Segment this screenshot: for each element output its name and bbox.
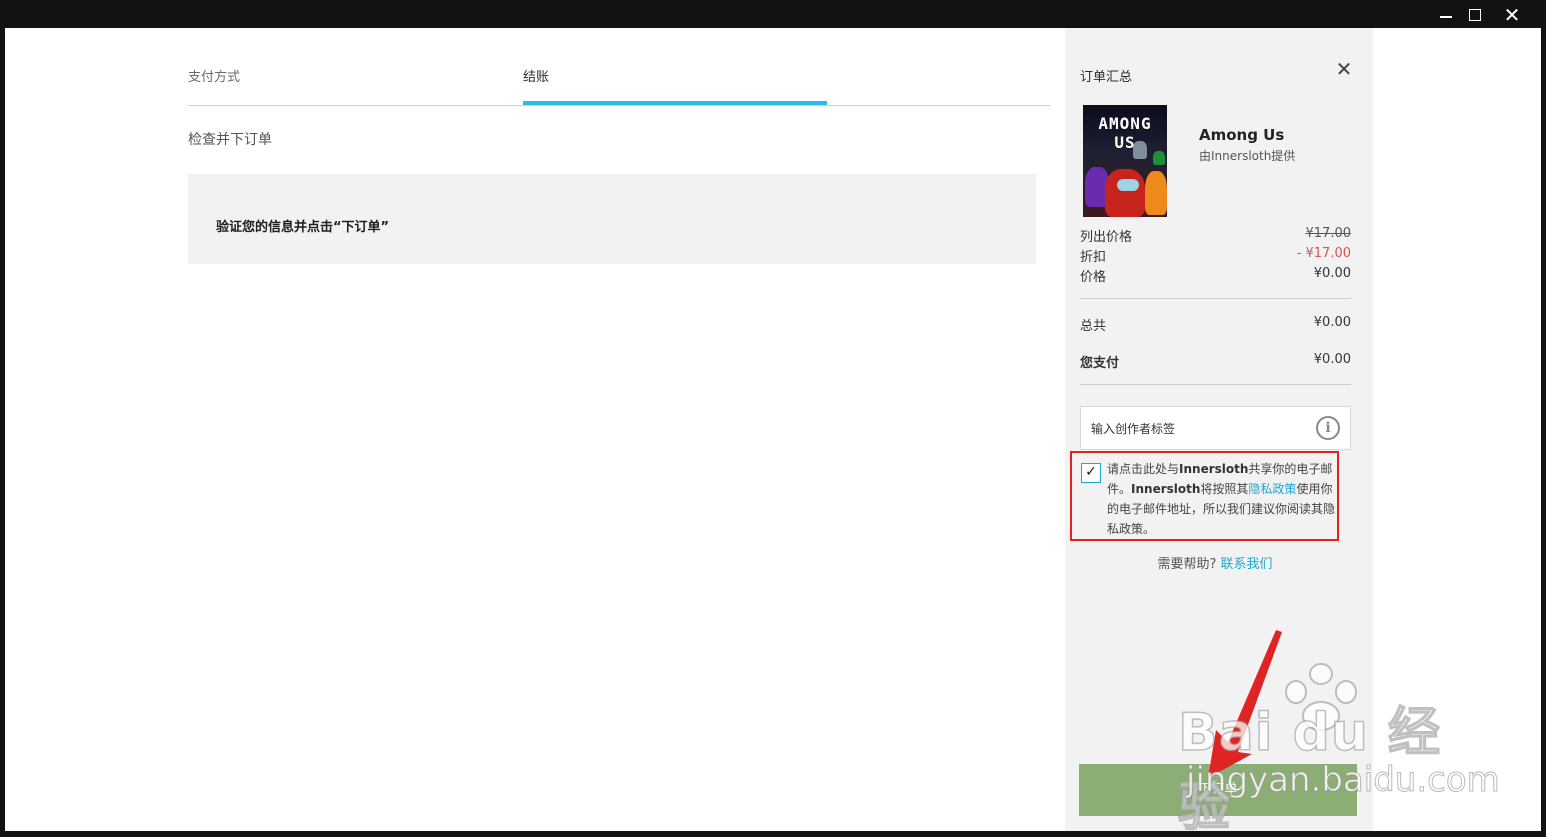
- you-pay-value: ¥0.00: [1313, 352, 1351, 367]
- checkout-tabs: 支付方式 结账: [188, 58, 1050, 106]
- price-value: ¥0.00: [1313, 266, 1351, 281]
- window-titlebar: ✕: [0, 0, 1546, 28]
- divider: [1080, 384, 1351, 385]
- crewmate-figure: [1153, 151, 1165, 165]
- divider: [1080, 298, 1351, 299]
- you-pay-label: 您支付: [1080, 356, 1120, 371]
- creator-tag-input[interactable]: [1091, 419, 1311, 439]
- help-line: 需要帮助? 联系我们: [1065, 553, 1365, 572]
- order-summary-title: 订单汇总: [1080, 70, 1133, 85]
- email-consent-highlight: ✓ 请点击此处与Innersloth共享你的电子邮件。Innersloth将按照…: [1070, 451, 1339, 541]
- publisher-name: Innersloth: [1131, 482, 1201, 496]
- checkout-window: 支付方式 结账 检查并下订单 验证您的信息并点击“下订单” 订单汇总 ✕ AMO…: [5, 28, 1541, 831]
- discount-value: - ¥17.00: [1296, 246, 1351, 261]
- total-label: 总共: [1080, 319, 1107, 334]
- discount-row: 折扣 - ¥17.00: [1080, 246, 1351, 265]
- close-icon[interactable]: ✕: [1333, 58, 1355, 80]
- discount-label: 折扣: [1080, 250, 1107, 265]
- creator-tag-field[interactable]: i: [1080, 406, 1351, 450]
- crewmate-figure: [1145, 171, 1167, 215]
- email-consent-text: 请点击此处与Innersloth共享你的电子邮件。Innersloth将按照其隐…: [1107, 459, 1335, 539]
- crewmate-figure: [1133, 141, 1147, 159]
- publisher-name: Innersloth: [1179, 462, 1249, 476]
- section-title: 检查并下订单: [188, 132, 272, 148]
- tab-checkout[interactable]: 结账: [523, 66, 549, 85]
- total-value: ¥0.00: [1313, 315, 1351, 330]
- price-label: 价格: [1080, 270, 1107, 285]
- privacy-policy-link[interactable]: 隐私政策: [1248, 482, 1296, 496]
- window-close-icon[interactable]: ✕: [1498, 4, 1526, 26]
- list-price-value: ¥17.00: [1305, 226, 1352, 241]
- game-cover-title: AMONG US: [1098, 114, 1152, 152]
- help-question: 需要帮助?: [1157, 557, 1217, 572]
- tab-payment-method[interactable]: 支付方式: [188, 66, 240, 85]
- list-price-label: 列出价格: [1080, 230, 1133, 245]
- game-name: Among Us: [1199, 126, 1285, 144]
- notice-text: 验证您的信息并点击“下订单”: [216, 220, 390, 235]
- maximize-icon[interactable]: [1461, 4, 1489, 26]
- consent-text-part: 将按照其: [1200, 482, 1249, 496]
- list-price-row: 列出价格 ¥17.00: [1080, 226, 1352, 245]
- notice-box: 验证您的信息并点击“下订单”: [188, 174, 1036, 264]
- contact-us-link[interactable]: 联系我们: [1221, 557, 1273, 572]
- active-tab-indicator: [523, 101, 827, 105]
- you-pay-row: 您支付 ¥0.00: [1080, 352, 1351, 371]
- red-arrow-annotation: [1208, 630, 1282, 778]
- game-cover-image: AMONG US: [1083, 105, 1167, 217]
- game-publisher: 由Innersloth提供: [1199, 149, 1296, 163]
- minimize-icon[interactable]: [1432, 4, 1460, 26]
- total-row: 总共 ¥0.00: [1080, 315, 1351, 334]
- price-row: 价格 ¥0.00: [1080, 266, 1351, 285]
- crewmate-figure: [1105, 169, 1145, 217]
- email-share-checkbox[interactable]: ✓: [1081, 463, 1101, 483]
- info-icon[interactable]: i: [1316, 416, 1340, 440]
- consent-text-part: 请点击此处与: [1107, 462, 1180, 476]
